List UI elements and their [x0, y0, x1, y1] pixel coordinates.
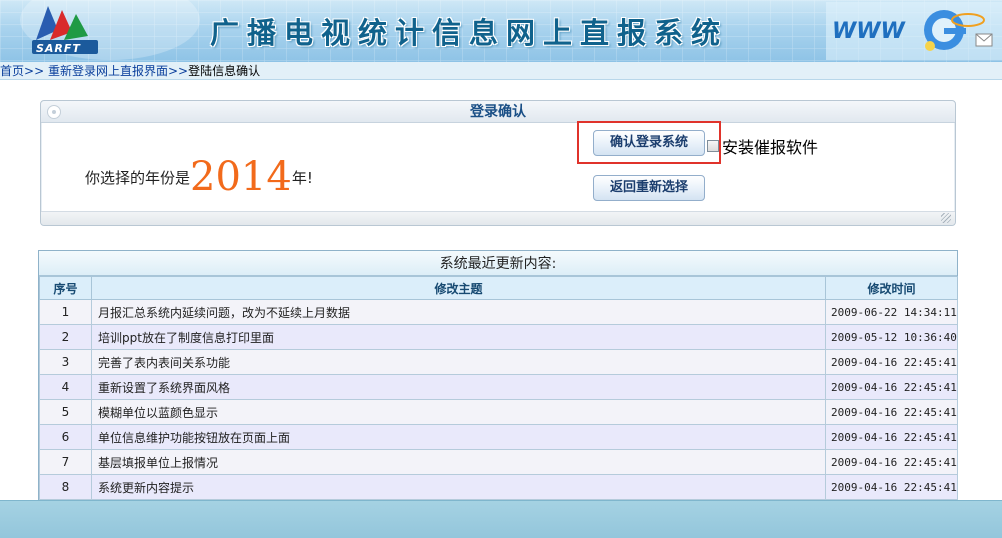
row-subject-cell: 基层填报单位上报情况 [91, 449, 826, 475]
globe-web-icon: WWW [826, 2, 1002, 60]
row-time-cell: 2009-06-22 14:34:11 [825, 299, 958, 325]
table-row: 2 培训ppt放在了制度信息打印里面 2009-05-12 10:36:40 [39, 324, 958, 350]
year-prefix-text: 你选择的年份是 [85, 169, 191, 187]
row-subject-cell: 月报汇总系统内延续问题，改为不延续上月数据 [91, 299, 826, 325]
login-confirm-panel: 登录确认 你选择的年份是2014年! 确认登录系统 安装催报软件 返回重新选择 [40, 100, 956, 226]
panel-title: 登录确认 [470, 104, 526, 120]
panel-footer [41, 211, 955, 225]
table-row: 5 模糊单位以蓝颜色显示 2009-04-16 22:45:41 [39, 399, 958, 425]
row-time-cell: 2009-04-16 22:45:41 [825, 399, 958, 425]
install-checkbox-label[interactable]: 安装催报软件 [722, 134, 818, 158]
row-number-cell: 8 [39, 474, 92, 500]
row-number-cell: 7 [39, 449, 92, 475]
system-title: 广播电视统计信息网上直报系统 [210, 16, 729, 50]
table-row: 4 重新设置了系统界面风格 2009-04-16 22:45:41 [39, 374, 958, 400]
return-reselect-button[interactable]: 返回重新选择 [593, 175, 705, 201]
row-time-cell: 2009-04-16 22:45:41 [825, 349, 958, 375]
row-number-cell: 6 [39, 424, 92, 450]
row-time-cell: 2009-04-16 22:45:41 [825, 374, 958, 400]
row-number-cell: 4 [39, 374, 92, 400]
checkbox-icon[interactable] [707, 140, 719, 152]
column-header-no: 序号 [39, 276, 92, 300]
updates-caption: 系统最近更新内容: [39, 251, 957, 276]
header-banner: SARFT 广播电视统计信息网上直报系统 WWW [0, 0, 1002, 62]
panel-header: 登录确认 [41, 101, 955, 123]
table-row: 1 月报汇总系统内延续问题，改为不延续上月数据 2009-06-22 14:34:1… [39, 299, 958, 325]
selected-year-message: 你选择的年份是2014年! [85, 147, 313, 200]
resize-grip-icon[interactable] [941, 213, 951, 223]
column-header-subject: 修改主题 [91, 276, 826, 300]
row-subject-cell: 模糊单位以蓝颜色显示 [91, 399, 826, 425]
row-number-cell: 1 [39, 299, 92, 325]
confirm-login-button[interactable]: 确认登录系统 [593, 130, 705, 156]
table-row: 3 完善了表内表间关系功能 2009-04-16 22:45:41 [39, 349, 958, 375]
table-header-row: 序号 修改主题 修改时间 [39, 276, 958, 300]
breadcrumb: 首页>> 重新登录网上直报界面>>登陆信息确认 [0, 62, 1002, 80]
row-subject-cell: 单位信息维护功能按钮放在页面上面 [91, 424, 826, 450]
row-time-cell: 2009-05-12 10:36:40 [825, 324, 958, 350]
breadcrumb-separator: >> [167, 64, 189, 78]
row-time-cell: 2009-04-16 22:45:41 [825, 424, 958, 450]
breadcrumb-home-link[interactable]: 首页 [0, 64, 24, 78]
logo-caption: SARFT [36, 42, 81, 55]
row-subject-cell: 培训ppt放在了制度信息打印里面 [91, 324, 826, 350]
deco-www-text: WWW [832, 19, 907, 44]
row-number-cell: 3 [39, 349, 92, 375]
row-subject-cell: 系统更新内容提示 [91, 474, 826, 500]
row-number-cell: 2 [39, 324, 92, 350]
install-checkbox-group[interactable]: 安装催报软件 [707, 134, 818, 158]
selected-year-value: 2014 [190, 154, 292, 200]
row-time-cell: 2009-04-16 22:45:41 [825, 449, 958, 475]
row-time-cell: 2009-04-16 22:45:41 [825, 474, 958, 500]
breadcrumb-relogin-link[interactable]: 重新登录网上直报界面 [48, 64, 168, 78]
updates-table: 序号 修改主题 修改时间 1 月报汇总系统内延续问题，改为不延续上月数据 2009-… [39, 276, 958, 500]
row-subject-cell: 重新设置了系统界面风格 [91, 374, 826, 400]
table-row: 8 系统更新内容提示 2009-04-16 22:45:41 [39, 474, 958, 500]
row-number-cell: 5 [39, 399, 92, 425]
table-row: 6 单位信息维护功能按钮放在页面上面 2009-04-16 22:45:41 [39, 424, 958, 450]
breadcrumb-current: 登陆信息确认 [188, 64, 261, 78]
breadcrumb-separator: >> [24, 64, 45, 78]
year-suffix-text: 年! [291, 169, 313, 187]
table-row: 7 基层填报单位上报情况 2009-04-16 22:45:41 [39, 449, 958, 475]
recent-updates-section: 系统最近更新内容: 序号 修改主题 修改时间 1 月报汇总系统内延续问题，改为不延… [38, 250, 958, 501]
column-header-time: 修改时间 [825, 276, 958, 300]
footer-bar [0, 500, 1002, 538]
row-subject-cell: 完善了表内表间关系功能 [91, 349, 826, 375]
